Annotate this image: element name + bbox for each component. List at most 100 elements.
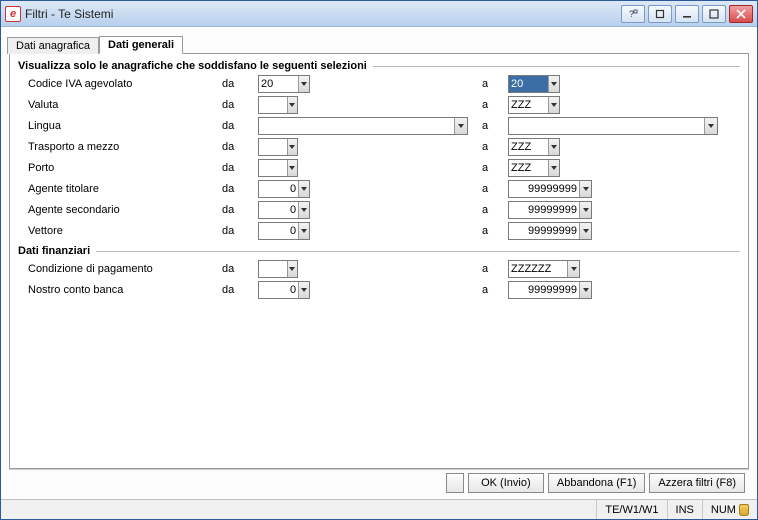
status-num: NUM	[702, 500, 757, 519]
chevron-down-icon[interactable]	[548, 160, 559, 176]
chevron-down-icon[interactable]	[579, 202, 591, 218]
button-bar: OK (Invio) Abbandona (F1) Azzera filtri …	[9, 469, 749, 495]
trasporto-to-input[interactable]	[509, 139, 548, 155]
label-codice-iva: Codice IVA agevolato	[18, 78, 218, 90]
tab-dati-generali[interactable]: Dati generali	[99, 36, 183, 54]
codice-iva-to[interactable]	[508, 75, 560, 93]
abbandona-button[interactable]: Abbandona (F1)	[548, 473, 646, 493]
porto-from[interactable]	[258, 159, 298, 177]
row-codice-iva: Codice IVA agevolato da a	[18, 74, 740, 94]
conto-banca-from[interactable]	[258, 281, 310, 299]
row-valuta: Valuta da a	[18, 95, 740, 115]
chevron-down-icon[interactable]	[579, 181, 591, 197]
status-empty	[1, 500, 596, 519]
row-agente-titolare: Agente titolare da a	[18, 179, 740, 199]
porto-to[interactable]	[508, 159, 560, 177]
agente-tit-from[interactable]	[258, 180, 310, 198]
section-selezioni: Visualizza solo le anagrafiche che soddi…	[18, 60, 740, 241]
lingua-to[interactable]	[508, 117, 718, 135]
agente-sec-to[interactable]	[508, 201, 592, 219]
cond-pag-to-input[interactable]	[509, 261, 567, 277]
close-button[interactable]	[729, 5, 753, 23]
help-button[interactable]: ?	[621, 5, 645, 23]
codice-iva-to-input[interactable]	[509, 76, 548, 92]
chevron-down-icon[interactable]	[287, 261, 297, 277]
label-cond-pagamento: Condizione di pagamento	[18, 263, 218, 275]
section-selezioni-legend: Visualizza solo le anagrafiche che soddi…	[18, 60, 367, 72]
codice-iva-from[interactable]	[258, 75, 310, 93]
trasporto-to[interactable]	[508, 138, 560, 156]
valuta-to[interactable]	[508, 96, 560, 114]
status-path: TE/W1/W1	[596, 500, 666, 519]
chevron-down-icon[interactable]	[298, 76, 309, 92]
row-cond-pagamento: Condizione di pagamento da a	[18, 259, 740, 279]
lingua-from-input[interactable]	[259, 118, 454, 134]
maximize-button[interactable]	[702, 5, 726, 23]
chevron-down-icon[interactable]	[298, 202, 309, 218]
label-lingua: Lingua	[18, 120, 218, 132]
valuta-from-input[interactable]	[259, 97, 287, 113]
vettore-to[interactable]	[508, 222, 592, 240]
row-trasporto: Trasporto a mezzo da a	[18, 137, 740, 157]
trasporto-from[interactable]	[258, 138, 298, 156]
cond-pag-to[interactable]	[508, 260, 580, 278]
trasporto-from-input[interactable]	[259, 139, 287, 155]
window-title: Filtri - Te Sistemi	[25, 7, 113, 21]
minimize-icon	[682, 9, 692, 19]
lingua-to-input[interactable]	[509, 118, 704, 134]
vettore-from-input[interactable]	[259, 223, 298, 239]
chevron-down-icon[interactable]	[287, 139, 297, 155]
chevron-down-icon[interactable]	[454, 118, 467, 134]
conto-banca-to[interactable]	[508, 281, 592, 299]
chevron-down-icon[interactable]	[567, 261, 579, 277]
azzera-filtri-button[interactable]: Azzera filtri (F8)	[649, 473, 745, 493]
valuta-to-input[interactable]	[509, 97, 548, 113]
label-porto: Porto	[18, 162, 218, 174]
cond-pag-from-input[interactable]	[259, 261, 287, 277]
minimize-button[interactable]	[675, 5, 699, 23]
chevron-down-icon[interactable]	[704, 118, 717, 134]
conto-banca-to-input[interactable]	[509, 282, 579, 298]
chevron-down-icon[interactable]	[298, 223, 309, 239]
chevron-down-icon[interactable]	[579, 223, 591, 239]
vettore-from[interactable]	[258, 222, 310, 240]
valuta-from[interactable]	[258, 96, 298, 114]
chevron-down-icon[interactable]	[298, 282, 309, 298]
label-agente-titolare: Agente titolare	[18, 183, 218, 195]
row-conto-banca: Nostro conto banca da a	[18, 280, 740, 300]
titlebar: e Filtri - Te Sistemi ?	[1, 1, 757, 27]
chevron-down-icon[interactable]	[298, 181, 309, 197]
section-finanziari: Dati finanziari Condizione di pagamento …	[18, 245, 740, 300]
porto-from-input[interactable]	[259, 160, 287, 176]
chevron-down-icon[interactable]	[287, 97, 297, 113]
codice-iva-from-input[interactable]	[259, 76, 298, 92]
button-blank[interactable]	[446, 473, 464, 493]
database-icon	[739, 504, 749, 516]
tab-panel-generali: Visualizza solo le anagrafiche che soddi…	[9, 53, 749, 469]
chevron-down-icon[interactable]	[579, 282, 591, 298]
vettore-to-input[interactable]	[509, 223, 579, 239]
label-valuta: Valuta	[18, 99, 218, 111]
row-agente-secondario: Agente secondario da a	[18, 200, 740, 220]
chevron-down-icon[interactable]	[548, 76, 559, 92]
tab-dati-anagrafica[interactable]: Dati anagrafica	[7, 37, 99, 54]
agente-tit-from-input[interactable]	[259, 181, 298, 197]
agente-tit-to[interactable]	[508, 180, 592, 198]
chevron-down-icon[interactable]	[548, 139, 559, 155]
chevron-down-icon[interactable]	[287, 160, 297, 176]
agente-sec-from-input[interactable]	[259, 202, 298, 218]
porto-to-input[interactable]	[509, 160, 548, 176]
status-bar: TE/W1/W1 INS NUM	[1, 499, 757, 519]
agente-sec-to-input[interactable]	[509, 202, 579, 218]
restore-inner-button[interactable]	[648, 5, 672, 23]
cond-pag-from[interactable]	[258, 260, 298, 278]
agente-tit-to-input[interactable]	[509, 181, 579, 197]
chevron-down-icon[interactable]	[548, 97, 559, 113]
agente-sec-from[interactable]	[258, 201, 310, 219]
ok-button[interactable]: OK (Invio)	[468, 473, 544, 493]
app-window: e Filtri - Te Sistemi ? Dati anagrafica …	[0, 0, 758, 520]
lingua-from[interactable]	[258, 117, 468, 135]
help-icon: ?	[628, 9, 638, 19]
label-conto-banca: Nostro conto banca	[18, 284, 218, 296]
conto-banca-from-input[interactable]	[259, 282, 298, 298]
